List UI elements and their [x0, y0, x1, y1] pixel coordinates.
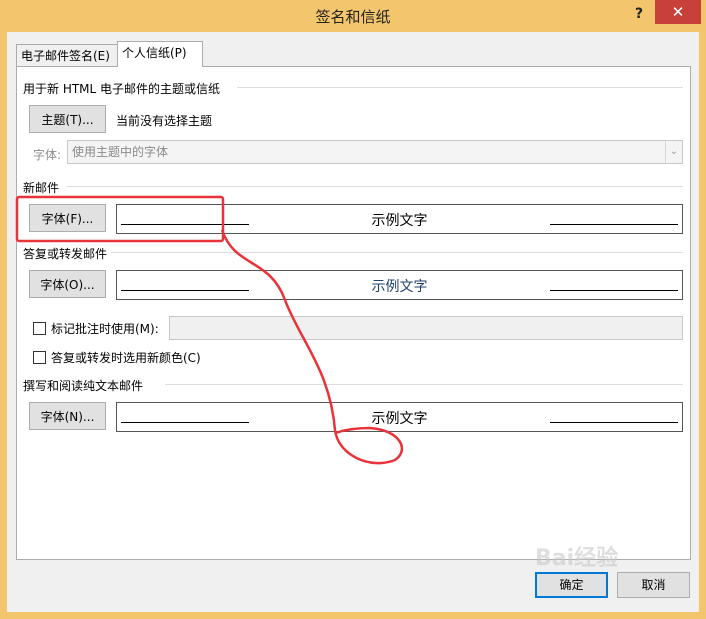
reply-forward-sample-preview: 示例文字: [116, 270, 683, 300]
pick-new-colors-row[interactable]: 答复或转发时选用新颜色(C): [33, 349, 201, 366]
preview-line-right: [550, 290, 678, 291]
tab-personal-stationery[interactable]: 个人信纸(P): [117, 41, 203, 67]
separator: [237, 87, 683, 88]
dialog-title: 签名和信纸: [315, 8, 391, 26]
plain-text-section-label: 撰写和阅读纯文本邮件: [23, 377, 148, 394]
theme-font-dropdown-value: 使用主题中的字体: [72, 145, 169, 159]
mark-comments-row[interactable]: 标记批注时使用(M):: [33, 320, 159, 337]
theme-status-text: 当前没有选择主题: [116, 114, 213, 128]
plain-text-sample-text: 示例文字: [371, 411, 428, 427]
theme-button[interactable]: 主题(T)...: [29, 105, 106, 133]
reply-forward-section-label: 答复或转发邮件: [23, 245, 112, 262]
ok-button[interactable]: 确定: [535, 572, 608, 598]
help-button[interactable]: ?: [629, 4, 649, 24]
new-mail-font-button[interactable]: 字体(F)...: [29, 204, 106, 232]
pick-new-colors-label: 答复或转发时选用新颜色(C): [51, 351, 201, 365]
preview-line-right: [550, 224, 678, 225]
plain-text-sample-preview: 示例文字: [116, 402, 683, 432]
close-button[interactable]: ✕: [655, 0, 701, 24]
chevron-down-icon[interactable]: ⌄: [665, 141, 682, 163]
theme-font-dropdown[interactable]: 使用主题中的字体 ⌄: [67, 140, 683, 164]
mark-comments-input[interactable]: [169, 316, 683, 340]
title-bar[interactable]: 签名和信纸 ? ✕: [0, 0, 706, 32]
tab-panel: 用于新 HTML 电子邮件的主题或信纸 主题(T)... 当前没有选择主题 字体…: [16, 66, 691, 560]
reply-forward-font-button[interactable]: 字体(O)...: [29, 270, 106, 298]
cancel-button[interactable]: 取消: [617, 572, 690, 598]
dialog-client-area: 电子邮件签名(E) 个人信纸(P) 用于新 HTML 电子邮件的主题或信纸 主题…: [7, 32, 699, 612]
tab-email-signature[interactable]: 电子邮件签名(E): [16, 44, 126, 67]
dialog-window: 签名和信纸 ? ✕ 电子邮件签名(E) 个人信纸(P) 用于新 HTML 电子邮…: [0, 0, 706, 619]
mark-comments-checkbox[interactable]: [33, 322, 46, 335]
stationery-section-label: 用于新 HTML 电子邮件的主题或信纸: [23, 80, 225, 97]
new-mail-sample-text: 示例文字: [371, 213, 428, 229]
plain-text-font-button[interactable]: 字体(N)...: [29, 402, 106, 430]
reply-forward-sample-text: 示例文字: [371, 279, 428, 295]
pick-new-colors-checkbox[interactable]: [33, 351, 46, 364]
mark-comments-label: 标记批注时使用(M):: [51, 322, 159, 336]
font-label: 字体:: [33, 148, 62, 162]
preview-line-right: [550, 422, 678, 423]
new-mail-sample-preview: 示例文字: [116, 204, 683, 234]
separator: [67, 186, 683, 187]
separator: [165, 384, 683, 385]
separator: [111, 252, 683, 253]
new-mail-section-label: 新邮件: [23, 179, 64, 196]
